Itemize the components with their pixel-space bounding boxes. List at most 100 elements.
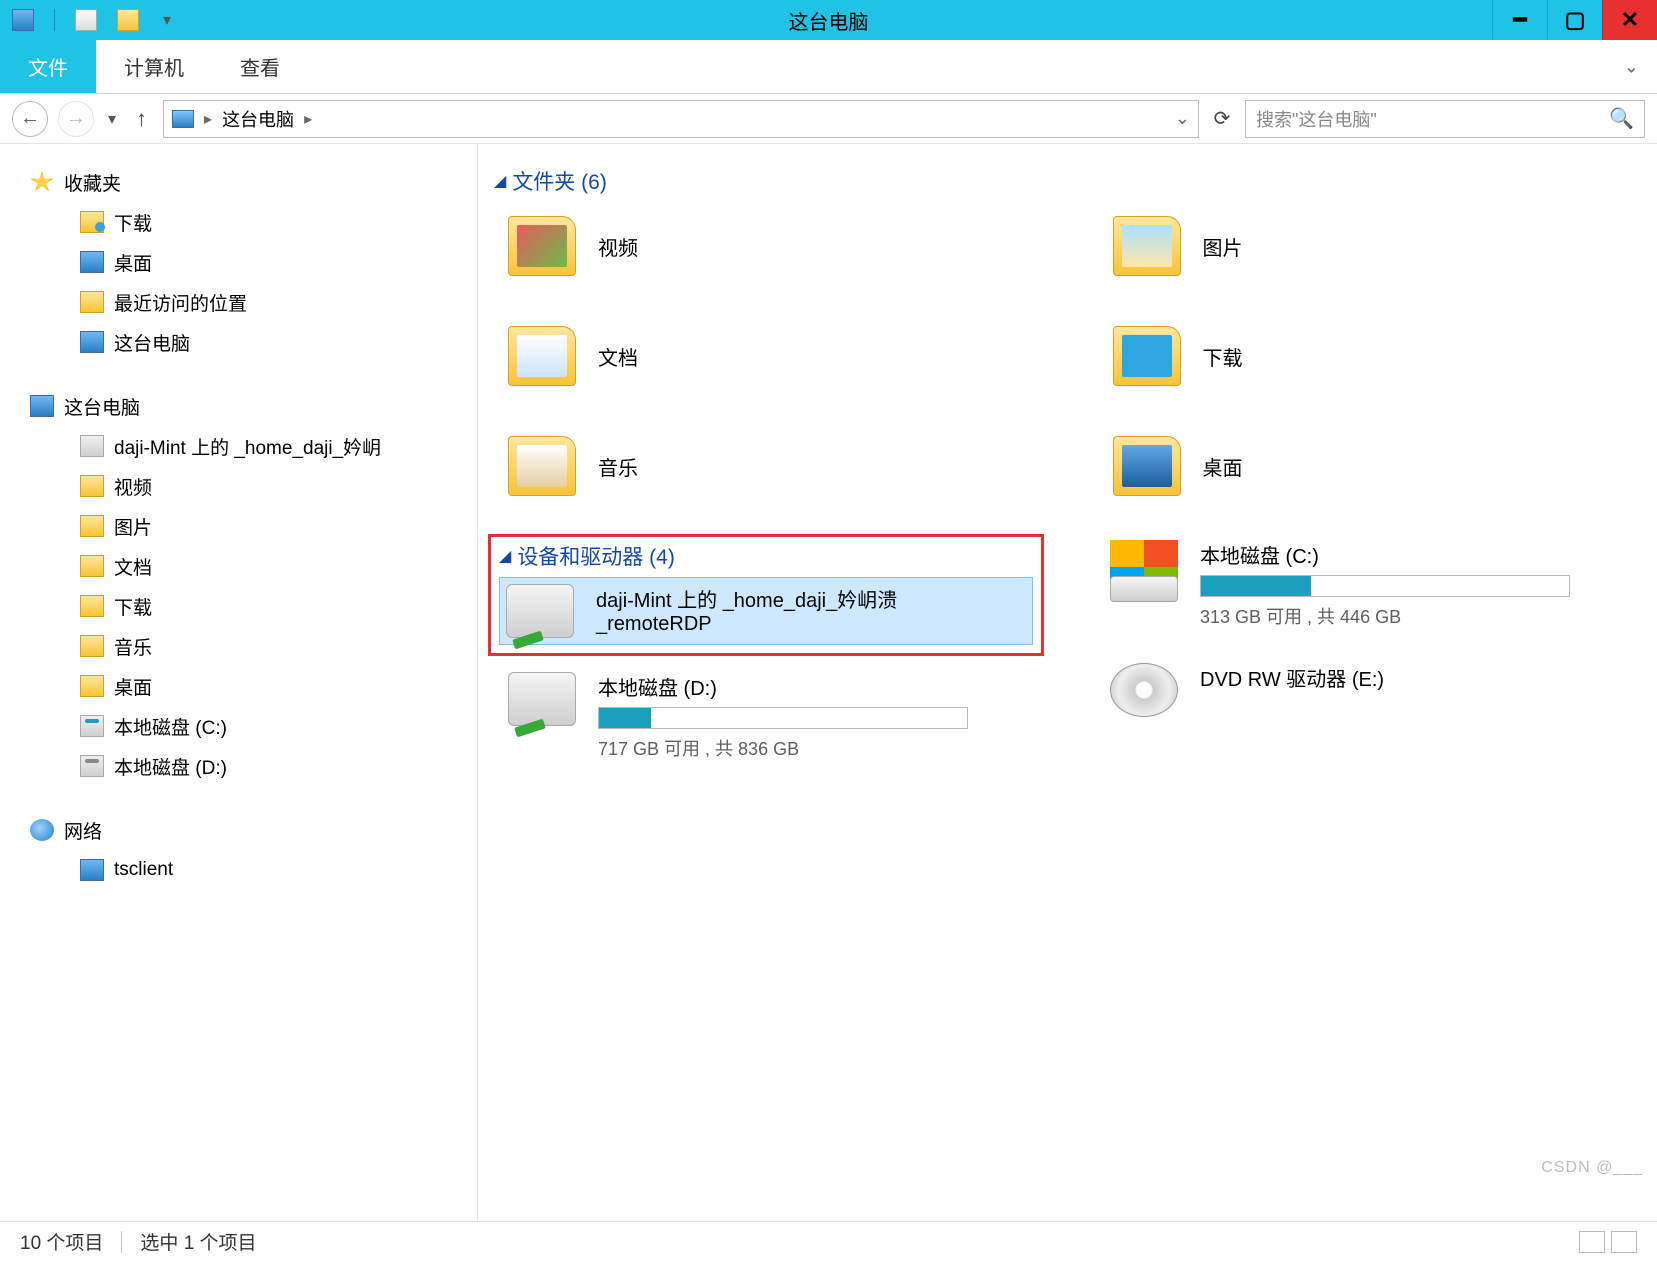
new-folder-icon[interactable] [117, 9, 139, 31]
folder-icon [1113, 436, 1181, 496]
content-pane: ◢ 文件夹 (6) 视频 图片 文档 下载 音乐 桌面 ◢ 设备和驱动器 (4) [478, 144, 1657, 1221]
drive-tile-c[interactable]: 本地磁盘 (C:) 313 GB 可用 , 共 446 GB [1104, 534, 1576, 635]
tab-view[interactable]: 查看 [212, 40, 308, 93]
up-button[interactable]: ↑ [130, 106, 153, 132]
section-header-folders[interactable]: ◢ 文件夹 (6) [494, 166, 1637, 196]
folder-icon [80, 675, 104, 697]
tree-item-drive-d[interactable]: 本地磁盘 (D:) [0, 746, 477, 786]
view-details-button[interactable] [1579, 1231, 1605, 1253]
maximize-button[interactable]: ▢ [1547, 0, 1602, 40]
tree-label: 最近访问的位置 [114, 289, 247, 316]
folder-icon [508, 216, 576, 276]
window-buttons: ━ ▢ ✕ [1492, 0, 1657, 40]
tree-label: 下载 [114, 593, 152, 620]
folder-tile-documents[interactable]: 文档 [508, 316, 1033, 396]
tree-item-recent[interactable]: 最近访问的位置 [0, 282, 477, 322]
folder-icon [80, 291, 104, 313]
folder-icon [80, 211, 104, 233]
tree-item-desktop[interactable]: 桌面 [0, 242, 477, 282]
minimize-button[interactable]: ━ [1492, 0, 1547, 40]
folder-tile-desktop[interactable]: 桌面 [1113, 426, 1638, 506]
tree-root-favorites[interactable]: 收藏夹 [0, 162, 477, 202]
tree-item-music[interactable]: 音乐 [0, 626, 477, 666]
annotation-highlight-box: ◢ 设备和驱动器 (4) daji-Mint 上的 _home_daji_妗岄溃… [488, 534, 1044, 656]
network-icon [30, 819, 54, 841]
hdd-icon [508, 672, 576, 726]
titlebar: ▾ 这台电脑 ━ ▢ ✕ [0, 0, 1657, 40]
close-button[interactable]: ✕ [1602, 0, 1657, 40]
folder-tile-music[interactable]: 音乐 [508, 426, 1033, 506]
tab-file[interactable]: 文件 [0, 40, 96, 93]
tree-item-thispc[interactable]: 这台电脑 [0, 322, 477, 362]
nav-row: ← → ▾ ↑ ▸ 这台电脑 ▸ ⌄ ⟳ 搜索"这台电脑" 🔍 [0, 94, 1657, 144]
drive-name: DVD RW 驱动器 (E:) [1200, 663, 1384, 692]
tree-group-network: 网络 tsclient [0, 810, 477, 890]
remote-drive-icon [506, 584, 574, 638]
drive-stats: 717 GB 可用 , 共 836 GB [598, 735, 968, 761]
back-button[interactable]: ← [12, 101, 48, 137]
tree-root-thispc[interactable]: 这台电脑 [0, 386, 477, 426]
qat-dropdown-icon[interactable]: ▾ [159, 10, 175, 30]
properties-icon[interactable] [75, 9, 97, 31]
address-dropdown-icon[interactable]: ⌄ [1175, 108, 1190, 129]
tree-item-remote[interactable]: daji-Mint 上的 _home_daji_妗岄 [0, 426, 477, 466]
view-switcher [1579, 1231, 1637, 1253]
star-icon [30, 171, 54, 193]
drive-tile-d[interactable]: 本地磁盘 (D:) 717 GB 可用 , 共 836 GB [488, 666, 1044, 767]
tree-item-videos[interactable]: 视频 [0, 466, 477, 506]
tree-label: 本地磁盘 (C:) [114, 713, 227, 740]
drive-stats: 313 GB 可用 , 共 446 GB [1200, 603, 1570, 629]
tree-label: 下载 [114, 209, 152, 236]
history-dropdown-icon[interactable]: ▾ [104, 109, 120, 129]
search-icon[interactable]: 🔍 [1609, 106, 1634, 131]
folder-tile-downloads[interactable]: 下载 [1113, 316, 1638, 396]
tree-item-downloads[interactable]: 下载 [0, 586, 477, 626]
dvd-icon [1110, 663, 1178, 717]
tile-label: 图片 [1203, 232, 1243, 261]
search-box[interactable]: 搜索"这台电脑" 🔍 [1245, 100, 1645, 138]
forward-button[interactable]: → [58, 101, 94, 137]
remote-drive-icon [80, 435, 104, 457]
tree-label: 本地磁盘 (D:) [114, 753, 227, 780]
tree-item-tsclient[interactable]: tsclient [0, 850, 477, 890]
refresh-button[interactable]: ⟳ [1209, 106, 1235, 131]
breadcrumb-chevron-icon[interactable]: ▸ [204, 109, 212, 129]
breadcrumb-chevron-icon[interactable]: ▸ [304, 109, 312, 129]
address-bar[interactable]: ▸ 这台电脑 ▸ ⌄ [163, 100, 1199, 138]
tree-item-documents[interactable]: 文档 [0, 546, 477, 586]
tree-group-favorites: 收藏夹 下载 桌面 最近访问的位置 这台电脑 [0, 162, 477, 362]
section-header-devices[interactable]: ◢ 设备和驱动器 (4) [499, 541, 1033, 571]
breadcrumb-location[interactable]: 这台电脑 [222, 106, 294, 132]
ribbon-expand-icon[interactable]: ⌄ [1624, 56, 1639, 77]
status-bar: 10 个项目 选中 1 个项目 [0, 1221, 1657, 1261]
search-placeholder: 搜索"这台电脑" [1256, 106, 1377, 132]
tree-item-pictures[interactable]: 图片 [0, 506, 477, 546]
drive-tile-remote[interactable]: daji-Mint 上的 _home_daji_妗岄溃_remoteRDP [499, 577, 1033, 645]
tab-computer[interactable]: 计算机 [96, 40, 212, 93]
status-selection: 选中 1 个项目 [140, 1228, 256, 1255]
tile-label: 文档 [598, 342, 638, 371]
tree-root-network[interactable]: 网络 [0, 810, 477, 850]
tree-item-downloads[interactable]: 下载 [0, 202, 477, 242]
tree-item-desktop[interactable]: 桌面 [0, 666, 477, 706]
tree-label: 视频 [114, 473, 152, 500]
tree-label: daji-Mint 上的 _home_daji_妗岄 [114, 433, 381, 460]
tree-label: 这台电脑 [114, 329, 190, 356]
qat-separator [54, 9, 55, 31]
folder-tile-pictures[interactable]: 图片 [1113, 206, 1638, 286]
tree-item-drive-c[interactable]: 本地磁盘 (C:) [0, 706, 477, 746]
tree-label: 图片 [114, 513, 152, 540]
drive-tile-dvd[interactable]: DVD RW 驱动器 (E:) [1104, 657, 1576, 723]
status-item-count: 10 个项目 [20, 1228, 103, 1255]
devices-section: ◢ 设备和驱动器 (4) daji-Mint 上的 _home_daji_妗岄溃… [488, 534, 1637, 767]
section-title: 设备和驱动器 (4) [517, 541, 675, 571]
tree-label: 桌面 [114, 673, 152, 700]
tree-label: 文档 [114, 553, 152, 580]
folder-tile-videos[interactable]: 视频 [508, 206, 1033, 286]
drive-name: 本地磁盘 (C:) [1200, 540, 1570, 569]
collapse-marker-icon: ◢ [494, 171, 506, 191]
view-tiles-button[interactable] [1611, 1231, 1637, 1253]
collapse-marker-icon: ◢ [499, 546, 511, 566]
folder-icon [80, 515, 104, 537]
status-separator [121, 1231, 122, 1253]
